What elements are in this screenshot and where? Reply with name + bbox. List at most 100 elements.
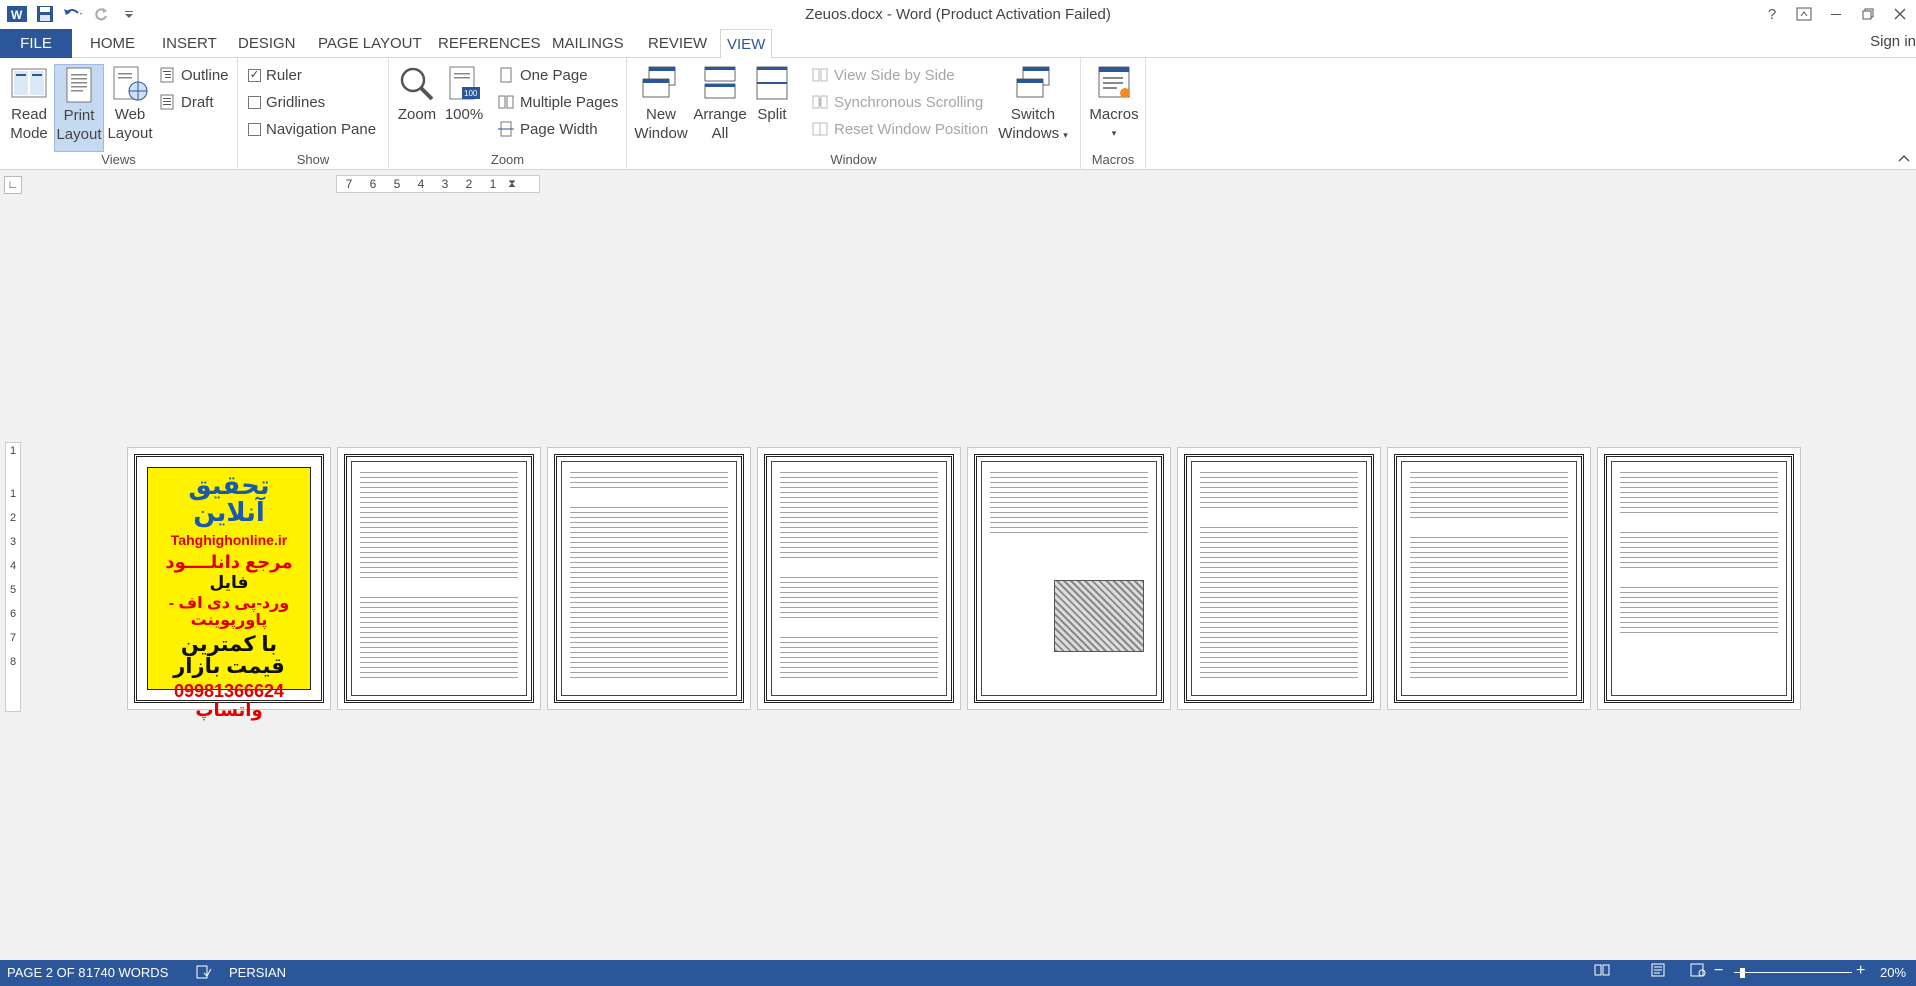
document-page[interactable]	[757, 447, 961, 710]
zoom-button[interactable]: Zoom	[395, 64, 439, 124]
paragraph-gap	[1612, 572, 1786, 584]
web-layout-button[interactable]: Web Layout	[106, 64, 154, 143]
multiple-pages-button[interactable]: Multiple Pages	[497, 91, 618, 113]
macros-group-label: Macros	[1091, 152, 1135, 167]
paragraph-gap	[772, 562, 946, 574]
document-page[interactable]	[1177, 447, 1381, 710]
svg-text:100: 100	[464, 89, 478, 98]
tab-view[interactable]: VIEW	[720, 29, 773, 59]
vertical-ruler[interactable]: 1 1 2 3 4 5 6 7 8	[5, 442, 21, 712]
zoom-level[interactable]: 20%	[1880, 965, 1906, 980]
tab-stop-selector[interactable]: ∟	[4, 176, 22, 194]
read-mode-view-icon[interactable]	[1594, 963, 1610, 980]
document-page[interactable]	[547, 447, 751, 710]
switch-windows-dropdown-icon: ▾	[1063, 130, 1068, 140]
print-layout-button[interactable]: Print Layout	[54, 64, 104, 152]
page-inner-border	[1191, 461, 1367, 696]
new-window-button[interactable]: New Window	[633, 64, 689, 143]
text-block	[360, 472, 518, 679]
page-inner-border	[981, 461, 1157, 696]
zoom-slider-thumb[interactable]	[1740, 968, 1745, 978]
restore-icon[interactable]	[1852, 0, 1884, 28]
paragraph-gap	[1612, 517, 1786, 529]
close-icon[interactable]	[1884, 0, 1916, 28]
window-group-label: Window	[830, 152, 877, 167]
print-layout-icon	[57, 65, 101, 105]
vruler-number: 5	[9, 584, 17, 596]
ribbon-display-options-icon[interactable]	[1788, 0, 1820, 28]
help-icon[interactable]: ?	[1756, 0, 1788, 28]
side-by-side-icon	[811, 66, 829, 84]
one-page-button[interactable]: One Page	[497, 64, 588, 86]
page-border: تحقیق آنلاین Tahghighonline.ir مرجع دانل…	[134, 454, 324, 719]
read-mode-icon	[7, 64, 51, 104]
paragraph-gap	[1192, 512, 1366, 524]
ruler-checkbox[interactable]: ✓ Ruler	[248, 64, 302, 86]
show-group: ✓ Ruler Gridlines Navigation Pane Show	[238, 58, 389, 170]
outline-button[interactable]: Outline	[158, 64, 229, 86]
macros-button[interactable]: Macros ▾	[1089, 64, 1139, 143]
minimize-icon[interactable]	[1820, 0, 1852, 28]
language-indicator[interactable]: PERSIAN	[229, 965, 286, 980]
vruler-number: 3	[9, 536, 17, 548]
zoom-out-icon[interactable]: −	[1714, 962, 1723, 980]
read-mode-button[interactable]: Read Mode	[6, 64, 52, 143]
arrange-all-button[interactable]: Arrange All	[691, 64, 749, 143]
tab-mailings[interactable]: MAILINGS	[546, 29, 630, 58]
tab-references[interactable]: REFERENCES	[432, 29, 547, 58]
tab-review[interactable]: REVIEW	[642, 29, 713, 58]
tab-insert[interactable]: INSERT	[156, 29, 223, 58]
vruler-number: 1	[9, 488, 17, 500]
page-width-button[interactable]: Page Width	[497, 118, 598, 140]
text-block	[1200, 472, 1358, 679]
view-side-by-side-button[interactable]: View Side by Side	[811, 64, 955, 86]
vruler-number: 8	[9, 656, 17, 668]
page-count[interactable]: PAGE 2 OF 8	[7, 965, 86, 980]
gridlines-checkbox[interactable]: Gridlines	[248, 91, 325, 113]
document-page[interactable]: تحقیق آنلاین Tahghighonline.ir مرجع دانل…	[127, 447, 331, 719]
macros-icon	[1092, 64, 1136, 104]
ruler-number: 5	[393, 177, 401, 191]
navigation-pane-check-icon	[248, 122, 261, 136]
print-layout-view-icon[interactable]	[1650, 963, 1666, 980]
text-block	[780, 472, 938, 679]
ruler-number: 2	[465, 177, 473, 191]
zoom-in-icon[interactable]: +	[1856, 962, 1865, 980]
show-group-label: Show	[296, 152, 330, 167]
horizontal-ruler[interactable]: 7 6 5 4 3 2 1 ⧗	[336, 175, 540, 193]
synchronous-scrolling-button[interactable]: Synchronous Scrolling	[811, 91, 983, 113]
tab-file[interactable]: FILE	[0, 29, 72, 58]
document-page[interactable]	[337, 447, 541, 710]
sign-in-link[interactable]: Sign in	[1870, 33, 1916, 50]
tab-page-layout[interactable]: PAGE LAYOUT	[312, 29, 428, 58]
engraving-image	[1054, 580, 1144, 652]
switch-windows-icon	[1011, 64, 1055, 104]
page-inner-border	[771, 461, 947, 696]
zoom-100-button[interactable]: 100 100%	[443, 64, 485, 124]
tab-home[interactable]: HOME	[84, 29, 141, 58]
navigation-pane-checkbox[interactable]: Navigation Pane	[248, 118, 376, 140]
draft-button[interactable]: Draft	[158, 91, 214, 113]
page-border	[764, 454, 954, 703]
new-window-icon	[639, 64, 683, 104]
indent-marker-icon[interactable]: ⧗	[505, 178, 519, 191]
split-button[interactable]: Split	[751, 64, 793, 124]
collapse-ribbon-icon[interactable]	[1898, 151, 1910, 165]
proofing-icon[interactable]	[196, 965, 212, 982]
window-title: Zeuos.docx - Word (Product Activation Fa…	[805, 6, 1111, 23]
page-inner-border	[1401, 461, 1577, 696]
page-inner-border	[561, 461, 737, 696]
document-page[interactable]	[1597, 447, 1801, 710]
tab-design[interactable]: DESIGN	[232, 29, 302, 58]
word-count[interactable]: 1740 WORDS	[86, 965, 168, 980]
document-page[interactable]	[1387, 447, 1591, 710]
page-inner-border	[1611, 461, 1787, 696]
document-page[interactable]	[967, 447, 1171, 710]
reset-window-position-button[interactable]: Reset Window Position	[811, 118, 988, 140]
sync-scrolling-icon	[811, 93, 829, 111]
title-bar: W Zeuos.docx - Word (Product Activation …	[0, 0, 1916, 28]
switch-windows-button[interactable]: Switch Windows ▾	[997, 64, 1069, 145]
web-layout-view-icon[interactable]	[1690, 963, 1706, 980]
vruler-number: 1	[9, 445, 17, 457]
zoom-slider[interactable]	[1734, 968, 1852, 978]
